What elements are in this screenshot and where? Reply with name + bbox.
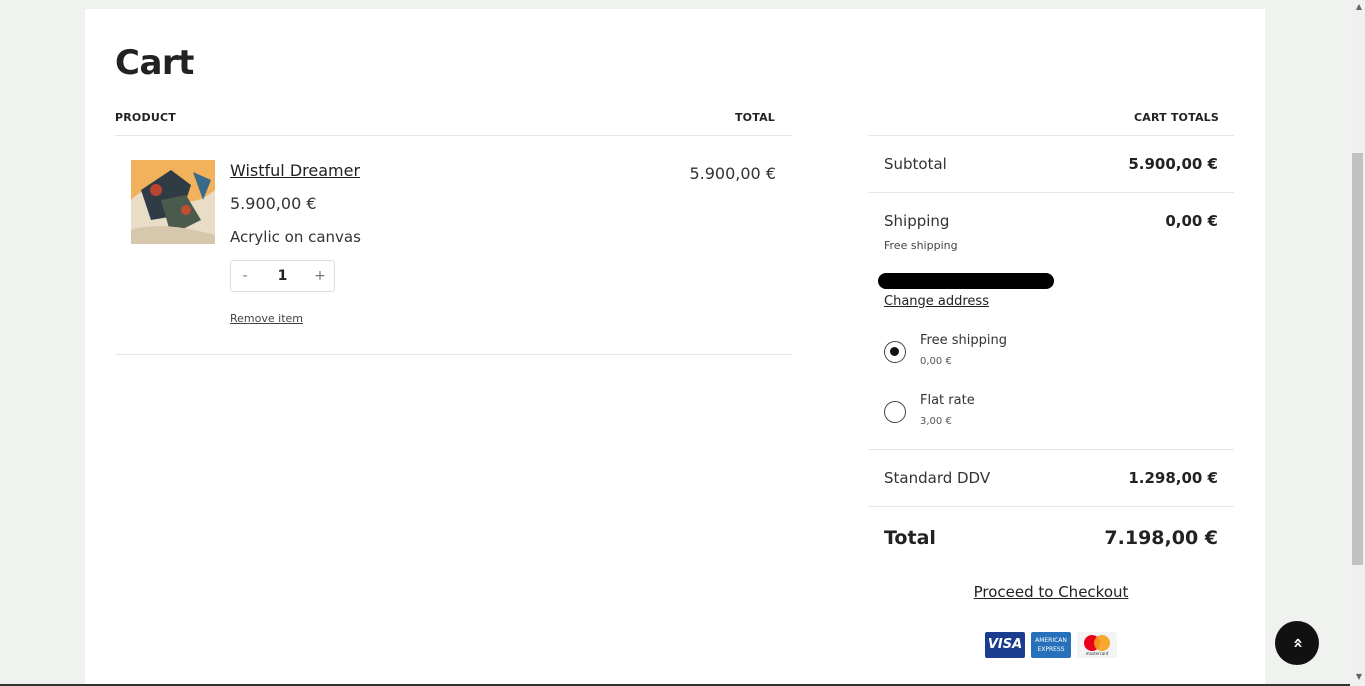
- product-description: Acrylic on canvas: [230, 228, 361, 246]
- scroll-down-arrow-icon[interactable]: ▼: [1356, 672, 1362, 681]
- subtotal-value: 5.900,00 €: [1128, 155, 1218, 173]
- product-price: 5.900,00 €: [230, 194, 317, 213]
- divider: [115, 135, 792, 136]
- tax-value: 1.298,00 €: [1128, 469, 1218, 487]
- shipping-label: Shipping: [884, 212, 950, 230]
- cart-panel: Cart PRODUCT TOTAL CART TOTALS Wistful D…: [85, 9, 1265, 686]
- total-column-header: TOTAL: [734, 111, 775, 124]
- scrollbar-thumb[interactable]: [1352, 153, 1363, 565]
- total-value: 7.198,00 €: [1104, 527, 1218, 549]
- subtotal-label: Subtotal: [884, 155, 947, 173]
- redacted-address: [878, 273, 1054, 289]
- divider: [868, 192, 1234, 193]
- mastercard-text: mastercard: [1085, 651, 1109, 656]
- proceed-to-checkout-button[interactable]: Proceed to Checkout: [868, 583, 1234, 601]
- total-label: Total: [884, 527, 936, 549]
- amex-text: EXPRESS: [1037, 646, 1065, 653]
- divider: [115, 354, 792, 355]
- mastercard-circle: [1094, 635, 1110, 651]
- shipping-option-name: Flat rate: [920, 393, 975, 408]
- decrease-quantity-button[interactable]: -: [231, 268, 259, 284]
- shipping-note: Free shipping: [884, 239, 958, 252]
- quantity-stepper: - 1 +: [230, 260, 335, 292]
- shipping-option-name: Free shipping: [920, 333, 1007, 348]
- shipping-value: 0,00 €: [1165, 212, 1218, 230]
- scroll-up-arrow-icon[interactable]: ▲: [1356, 2, 1362, 11]
- double-chevron-up-icon[interactable]: «: [1275, 621, 1319, 665]
- remove-item-link[interactable]: Remove item: [230, 312, 303, 325]
- product-name-link[interactable]: Wistful Dreamer: [230, 161, 360, 180]
- free-shipping-radio[interactable]: [884, 341, 906, 363]
- tax-label: Standard DDV: [884, 469, 991, 487]
- shipping-option-price: 3,00 €: [920, 416, 952, 427]
- amex-text: AMERICAN: [1035, 637, 1067, 644]
- page-title: Cart: [115, 43, 194, 83]
- cart-totals-header: CART TOTALS: [1133, 111, 1219, 124]
- amex-icon: AMERICAN EXPRESS: [1031, 632, 1071, 658]
- quantity-input[interactable]: 1: [263, 268, 303, 284]
- divider: [868, 135, 1234, 136]
- product-column-header: PRODUCT: [115, 111, 176, 124]
- divider: [868, 506, 1234, 507]
- visa-icon: VISA: [985, 632, 1025, 658]
- divider: [868, 449, 1234, 450]
- shipping-option-price: 0,00 €: [920, 356, 952, 367]
- line-total: 5.900,00 €: [689, 164, 776, 183]
- scrollbar[interactable]: ▲ ▼: [1350, 0, 1365, 686]
- product-thumbnail[interactable]: [131, 160, 215, 244]
- flat-rate-radio[interactable]: [884, 401, 906, 423]
- change-address-link[interactable]: Change address: [884, 294, 989, 309]
- increase-quantity-button[interactable]: +: [306, 268, 334, 284]
- mastercard-icon: mastercard: [1077, 632, 1117, 658]
